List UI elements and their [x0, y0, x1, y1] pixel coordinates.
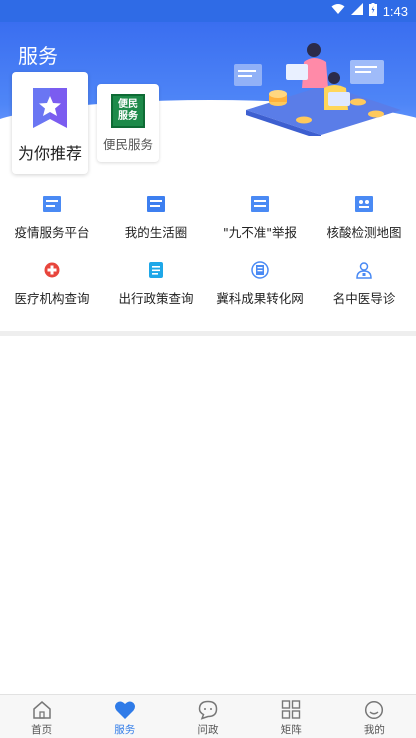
- nav-profile[interactable]: 我的: [333, 695, 416, 738]
- service-label: 医疗机构查询: [14, 291, 90, 306]
- section-divider: [0, 331, 416, 336]
- nav-services-label: 服务: [114, 724, 136, 736]
- service-label: 名中医导诊: [332, 291, 396, 306]
- service-label: "九不准"举报: [223, 225, 297, 240]
- tab-recommend[interactable]: 为你推荐: [12, 72, 88, 174]
- chat-icon: [198, 700, 218, 720]
- service-label: 出行政策查询: [118, 291, 194, 306]
- service-report[interactable]: "九不准"举报: [208, 192, 312, 258]
- service-travel-policy[interactable]: 出行政策查询: [104, 258, 208, 324]
- service-label: 我的生活圈: [124, 225, 188, 240]
- green-sign-icon: 便民 服务: [111, 94, 145, 128]
- nucleic-map-icon: [354, 194, 374, 214]
- service-label: 冀科成果转化网: [216, 291, 304, 306]
- medical-cross-icon: [42, 260, 62, 280]
- service-epidemic-platform[interactable]: 疫情服务平台: [0, 192, 104, 258]
- status-time: 1:43: [382, 3, 408, 19]
- report-icon: [250, 194, 270, 214]
- status-bar: 1:43: [0, 0, 416, 22]
- services-grid: 疫情服务平台 我的生活圈 "九不准"举报 核酸检测地图 医疗机构查询 出行政策查…: [0, 192, 416, 324]
- tech-transfer-icon: [250, 260, 270, 280]
- battery-icon: [368, 2, 377, 20]
- tab-convenience-label: 便民服务: [102, 137, 153, 152]
- profile-icon: [365, 700, 384, 720]
- bottom-nav: 首页 服务 问政 矩阵 我的: [0, 694, 416, 738]
- tab-convenience[interactable]: 便民 服务 便民服务: [97, 84, 159, 162]
- life-circle-icon: [146, 194, 166, 214]
- nav-profile-label: 我的: [363, 724, 385, 736]
- green-sign-text-2: 服务: [118, 111, 138, 122]
- epidemic-platform-icon: [42, 194, 62, 214]
- home-icon: [32, 701, 51, 719]
- heart-icon: [114, 701, 135, 719]
- nav-inquiry[interactable]: 问政: [166, 695, 249, 738]
- services-row-2: 医疗机构查询 出行政策查询 冀科成果转化网 名中医导诊: [0, 258, 416, 324]
- grid-icon: [282, 700, 301, 719]
- doctor-icon: [354, 260, 374, 280]
- nav-home[interactable]: 首页: [0, 695, 83, 738]
- service-life-circle[interactable]: 我的生活圈: [104, 192, 208, 258]
- nav-inquiry-label: 问政: [197, 724, 219, 736]
- service-label: 核酸检测地图: [326, 225, 402, 240]
- star-bookmark-icon: [33, 88, 67, 128]
- nav-home-label: 首页: [31, 724, 53, 736]
- document-icon: [146, 260, 166, 280]
- nav-matrix[interactable]: 矩阵: [250, 695, 333, 738]
- page-title: 服务: [18, 44, 58, 68]
- service-label: 疫情服务平台: [14, 225, 90, 240]
- services-row-1: 疫情服务平台 我的生活圈 "九不准"举报 核酸检测地图: [0, 192, 416, 258]
- service-tech-transfer[interactable]: 冀科成果转化网: [208, 258, 312, 324]
- service-nucleic-map[interactable]: 核酸检测地图: [312, 192, 416, 258]
- tab-recommend-label: 为你推荐: [17, 144, 82, 163]
- wifi-icon: [331, 3, 345, 19]
- category-tabs: 为你推荐 便民 服务 便民服务: [0, 72, 416, 178]
- nav-matrix-label: 矩阵: [280, 724, 302, 736]
- service-medical-query[interactable]: 医疗机构查询: [0, 258, 104, 324]
- green-sign-text-1: 便民: [118, 99, 138, 110]
- nav-services[interactable]: 服务: [83, 695, 166, 738]
- signal-icon: [350, 3, 363, 19]
- service-doctor-guide[interactable]: 名中医导诊: [312, 258, 416, 324]
